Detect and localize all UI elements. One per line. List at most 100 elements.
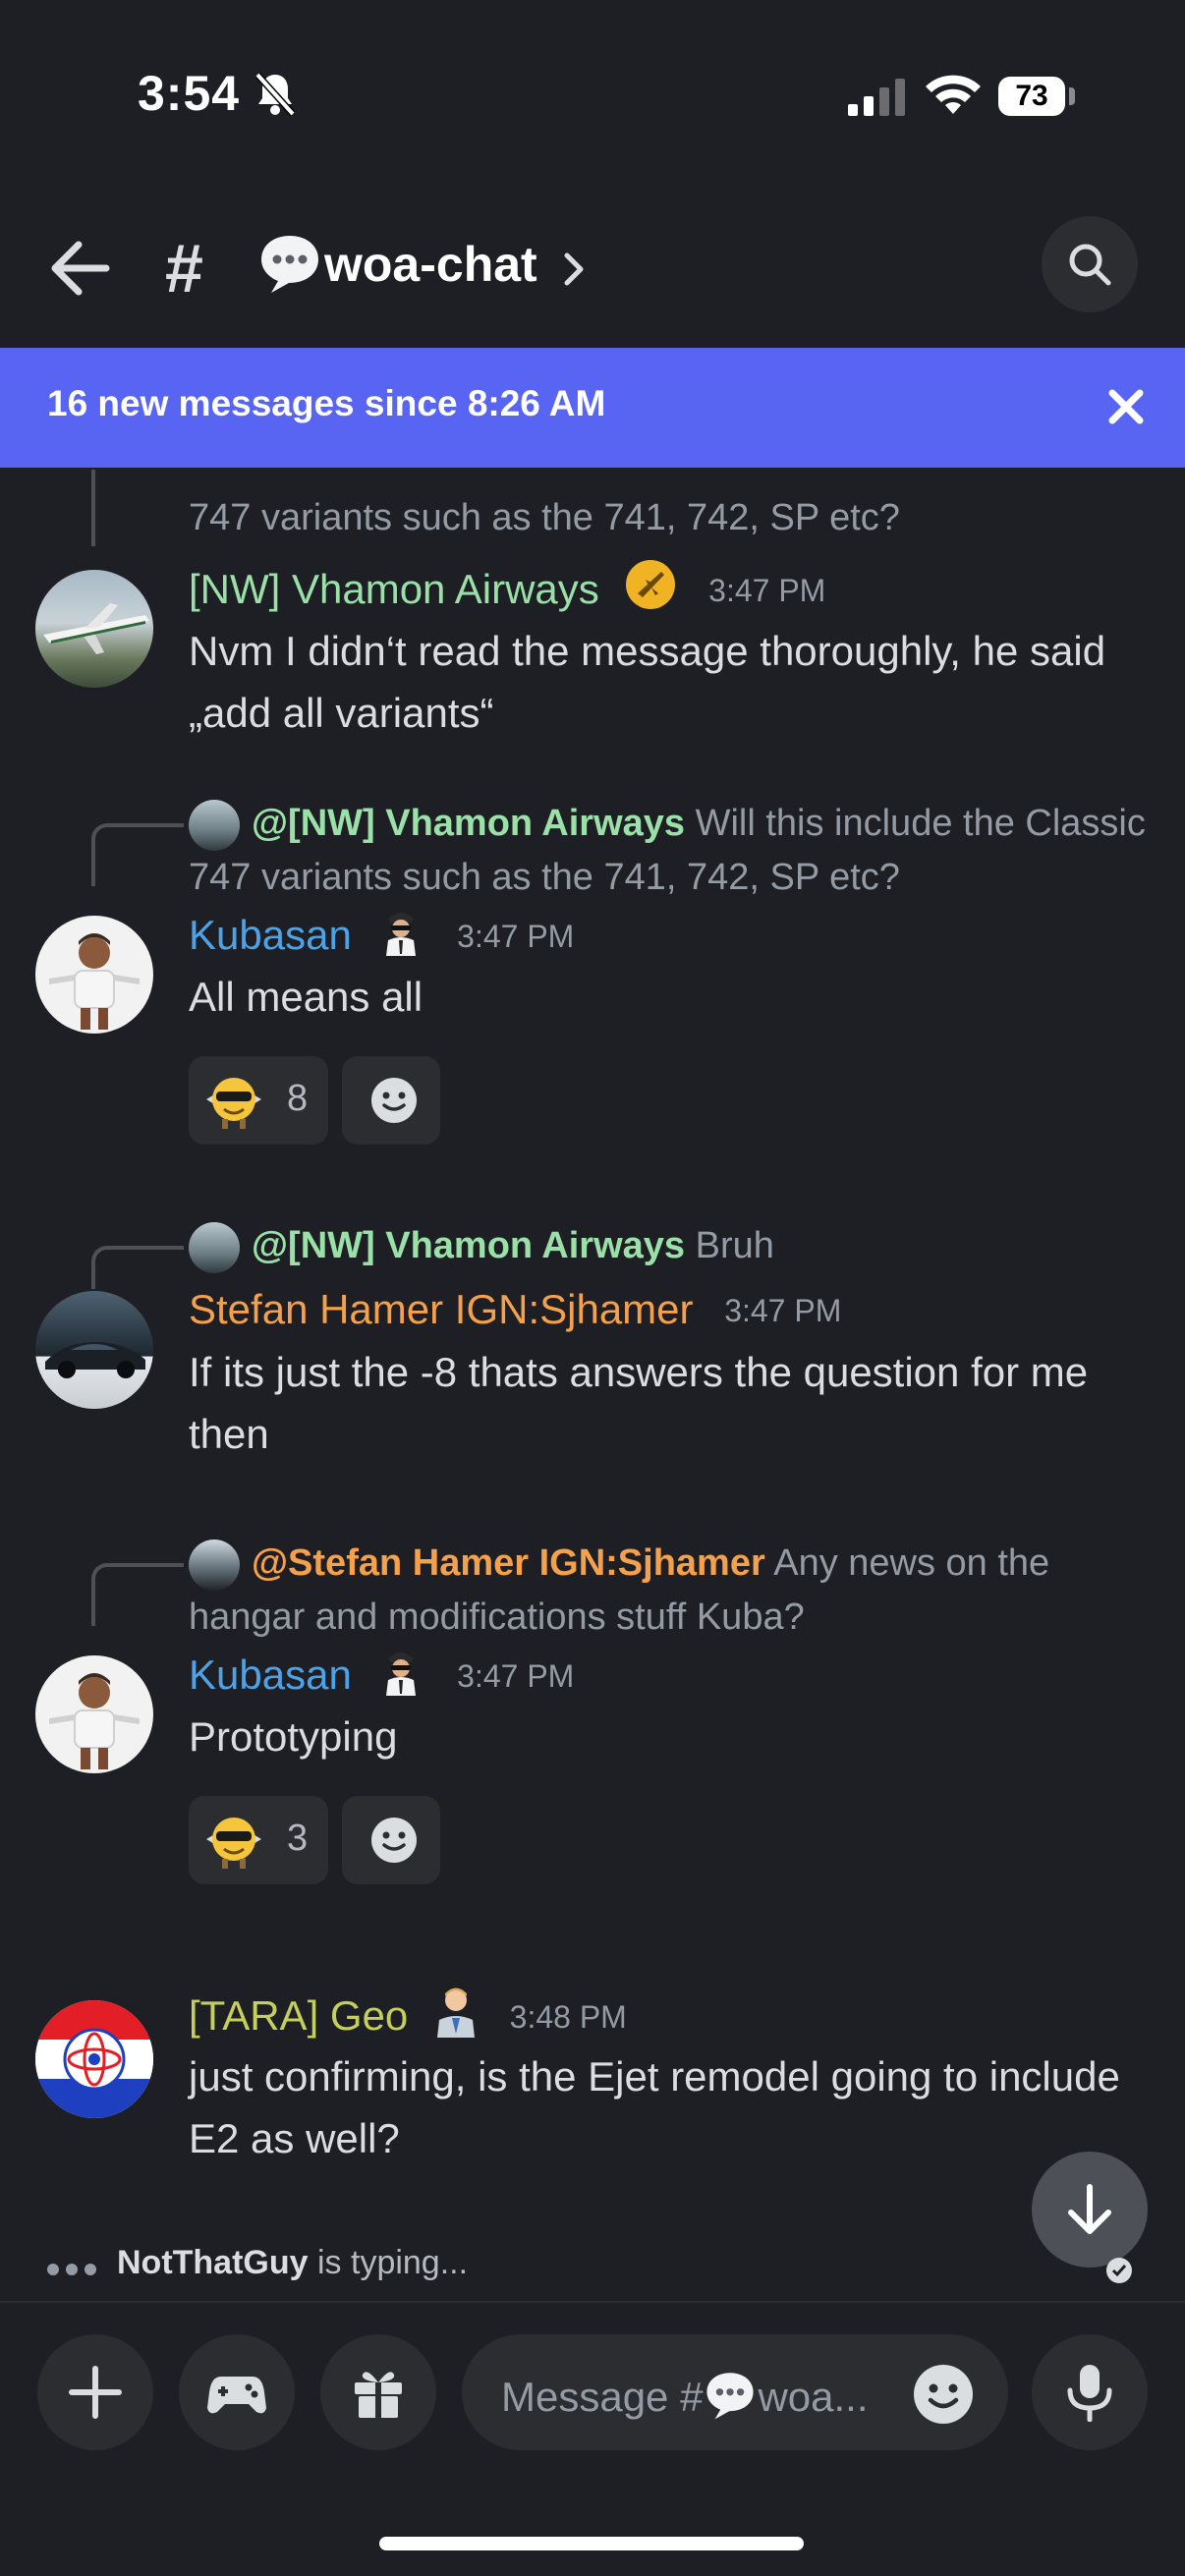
reaction-count: 3 (287, 1818, 309, 1859)
timestamp: 3:47 PM (724, 1293, 842, 1328)
message-item: @[NW] Vhamon Airways Bruh Stefan Hamer I… (0, 1219, 1185, 1543)
author-name[interactable]: [NW] Vhamon Airways (189, 566, 599, 612)
avatar[interactable] (35, 1291, 153, 1409)
reaction-bar: 8 (189, 1056, 483, 1145)
back-arrow-icon[interactable] (49, 241, 110, 301)
message-list: 747 variants such as the 741, 742, SP et… (0, 468, 1185, 2266)
bell-slash-icon (254, 71, 297, 123)
typing-indicator: NotThatGuy is typing... (47, 2244, 468, 2293)
timestamp: 3:47 PM (708, 573, 826, 609)
reaction-count: 8 (287, 1078, 309, 1119)
add-reaction-button[interactable] (342, 1796, 440, 1884)
battery-level: 73 (998, 77, 1065, 116)
author-name[interactable]: Kubasan (189, 912, 352, 958)
hash-icon: # (165, 230, 203, 307)
pilot-badge-icon (376, 1645, 425, 1711)
new-messages-banner[interactable]: 16 new messages since 8:26 AM (0, 348, 1185, 468)
author-line: Kubasan 3:47 PM (189, 905, 574, 972)
reply-preview[interactable]: @[NW] Vhamon Airways Will this include t… (189, 797, 1146, 904)
message-content: If its just the -8 thats answers the que… (189, 1349, 1089, 1457)
reply-avatar (189, 1539, 240, 1591)
wifi-icon (926, 73, 981, 121)
close-icon[interactable] (1104, 385, 1148, 433)
reply-connector (91, 823, 184, 886)
signal-icon (848, 79, 907, 121)
cool-emoji-reaction (202, 1070, 265, 1136)
placeholder-suffix: woa... (758, 2374, 869, 2420)
add-reaction-icon (371, 1818, 417, 1863)
message-input[interactable]: Message # woa... (462, 2334, 1008, 2450)
message-content: just confirming, is the Ejet remodel goi… (189, 2053, 1120, 2161)
reply-preview[interactable]: 747 variants such as the 741, 742, SP et… (189, 491, 1146, 544)
avatar[interactable] (35, 2000, 153, 2118)
gift-button[interactable] (320, 2334, 436, 2450)
reply-connector (91, 1563, 184, 1626)
gift-icon (355, 2372, 402, 2418)
avatar[interactable] (35, 1655, 153, 1773)
author-line: Stefan Hamer IGN:Sjhamer 3:47 PM (189, 1280, 841, 1340)
channel-name[interactable]: woa-chat (324, 236, 537, 293)
read-marker-icon (1104, 2256, 1134, 2290)
voice-message-button[interactable] (1032, 2334, 1148, 2450)
typing-user: NotThatGuy (117, 2244, 309, 2281)
gamepad-icon (207, 2377, 266, 2414)
speech-bubble-emoji (257, 232, 322, 300)
reply-author: @Stefan Hamer IGN:Sjhamer (252, 1542, 765, 1584)
reaction-chip[interactable]: 8 (189, 1056, 328, 1145)
reply-avatar (189, 1221, 240, 1273)
status-time: 3:54 (138, 66, 241, 121)
emoji-icon[interactable] (912, 2363, 975, 2426)
message-content: Nvm I didn‘t read the message thoroughly… (189, 628, 1106, 736)
typing-suffix: is typing... (308, 2244, 469, 2281)
plus-icon (69, 2366, 122, 2419)
discord-mobile-app: 3:54 73 # woa-chat 16 new messages since… (0, 0, 1185, 2576)
reply-connector (91, 470, 184, 546)
author-line: Kubasan 3:47 PM (189, 1645, 574, 1711)
author-line: [TARA] Geo 3:48 PM (189, 1985, 627, 2053)
avatar[interactable] (35, 916, 153, 1034)
jump-to-bottom-button[interactable] (1032, 2152, 1148, 2268)
author-name[interactable]: Kubasan (189, 1652, 352, 1698)
arrow-down-icon (1068, 2184, 1111, 2234)
battery-nub (1069, 87, 1075, 105)
message-item: [TARA] Geo 3:48 PM just confirming, is t… (0, 1971, 1185, 2266)
chevron-right-icon[interactable] (562, 252, 586, 292)
reply-author: @[NW] Vhamon Airways (252, 1225, 686, 1266)
author-name[interactable]: [TARA] Geo (189, 1992, 408, 2039)
reply-preview[interactable]: @[NW] Vhamon Airways Bruh (189, 1219, 1146, 1273)
reply-connector (91, 1246, 184, 1289)
timestamp: 3:47 PM (457, 919, 575, 955)
message-content: Prototyping (189, 1713, 398, 1760)
placeholder-prefix: Message # (501, 2374, 704, 2420)
message-content: All means all (189, 974, 423, 1020)
message-composer: Message # woa... (0, 2301, 1185, 2576)
reaction-chip[interactable]: 3 (189, 1796, 328, 1884)
reply-text: Bruh (695, 1225, 774, 1266)
add-reaction-icon (371, 1078, 417, 1123)
attach-button[interactable] (37, 2334, 153, 2450)
reply-preview[interactable]: @Stefan Hamer IGN:Sjhamer Any news on th… (189, 1537, 1146, 1644)
airplane-badge-icon (624, 558, 677, 627)
timestamp: 3:47 PM (457, 1658, 575, 1695)
speech-bubble-emoji (706, 2373, 755, 2420)
add-reaction-button[interactable] (342, 1056, 440, 1145)
message-item: @Stefan Hamer IGN:Sjhamer Any news on th… (0, 1537, 1185, 1959)
search-button[interactable] (1042, 216, 1138, 312)
activities-button[interactable] (179, 2334, 295, 2450)
input-placeholder: Message # woa... (501, 2370, 869, 2421)
timestamp: 3:48 PM (509, 1999, 627, 2036)
cool-emoji-reaction (202, 1810, 265, 1876)
reply-author: @[NW] Vhamon Airways (252, 803, 686, 844)
home-indicator[interactable] (379, 2537, 804, 2550)
microphone-icon (1067, 2365, 1112, 2422)
status-bar: 3:54 73 (0, 0, 1185, 196)
pilot-badge-icon (376, 905, 425, 972)
reply-text: 747 variants such as the 741, 742, SP et… (189, 497, 900, 538)
new-messages-text: 16 new messages since 8:26 AM (47, 383, 606, 423)
avatar[interactable] (35, 570, 153, 688)
author-line: [NW] Vhamon Airways 3:47 PM (189, 558, 825, 627)
message-item: 747 variants such as the 741, 742, SP et… (0, 468, 1185, 762)
author-name[interactable]: Stefan Hamer IGN:Sjhamer (189, 1286, 694, 1332)
search-icon (1069, 244, 1111, 286)
suit-badge-icon (433, 1985, 479, 2053)
